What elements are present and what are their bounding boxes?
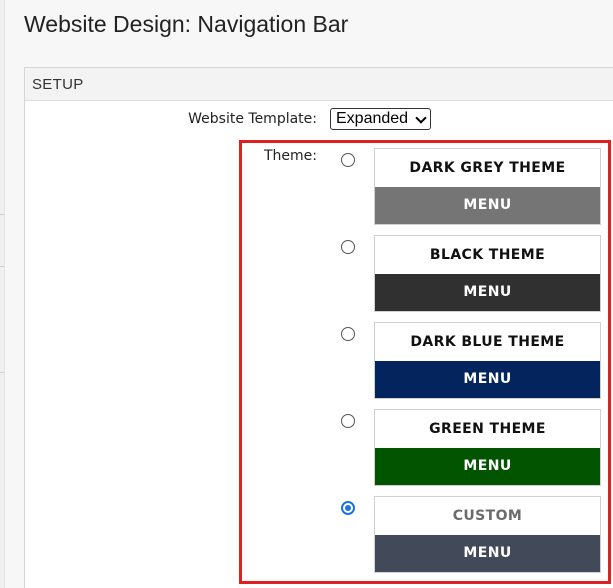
theme-card-custom[interactable]: CUSTOM MENU (374, 496, 601, 573)
theme-name: BLACK THEME (429, 247, 546, 263)
theme-card-green[interactable]: GREEN THEME MENU (374, 409, 601, 486)
theme-menu-preview: MENU (375, 361, 600, 398)
page-title: Website Design: Navigation Bar (24, 11, 349, 37)
theme-menu-preview: MENU (375, 535, 600, 572)
theme-menu-preview: MENU (375, 274, 600, 311)
theme-menu-preview: MENU (375, 187, 600, 224)
theme-card-black[interactable]: BLACK THEME MENU (374, 235, 601, 312)
divider (0, 372, 4, 373)
theme-card-dark-grey[interactable]: DARK GREY THEME MENU (374, 148, 601, 225)
theme-name: GREEN THEME (429, 421, 546, 437)
website-template-select[interactable]: Expanded (330, 108, 432, 130)
setup-header-label: SETUP (32, 76, 84, 93)
page: Website Design: Navigation Bar SETUP Web… (0, 0, 613, 588)
theme-radio-dark-grey[interactable] (341, 153, 355, 167)
theme-radio-black[interactable] (341, 240, 355, 254)
chevron-down-icon (415, 112, 427, 124)
theme-card-dark-blue[interactable]: DARK BLUE THEME MENU (374, 322, 601, 399)
divider (0, 214, 4, 215)
divider (0, 266, 4, 267)
theme-radio-custom[interactable] (341, 501, 355, 515)
theme-menu-preview: MENU (375, 448, 600, 485)
website-template-value: Expanded (336, 110, 409, 127)
theme-name: CUSTOM (452, 508, 523, 524)
theme-name: DARK GREY THEME (409, 160, 566, 176)
theme-radio-green[interactable] (341, 414, 355, 428)
setup-section-header[interactable]: SETUP (25, 68, 613, 101)
theme-name: DARK BLUE THEME (410, 334, 565, 350)
theme-radio-dark-blue[interactable] (341, 327, 355, 341)
website-template-label: Website Template: (188, 111, 317, 127)
left-sidebar-edge (0, 0, 5, 588)
